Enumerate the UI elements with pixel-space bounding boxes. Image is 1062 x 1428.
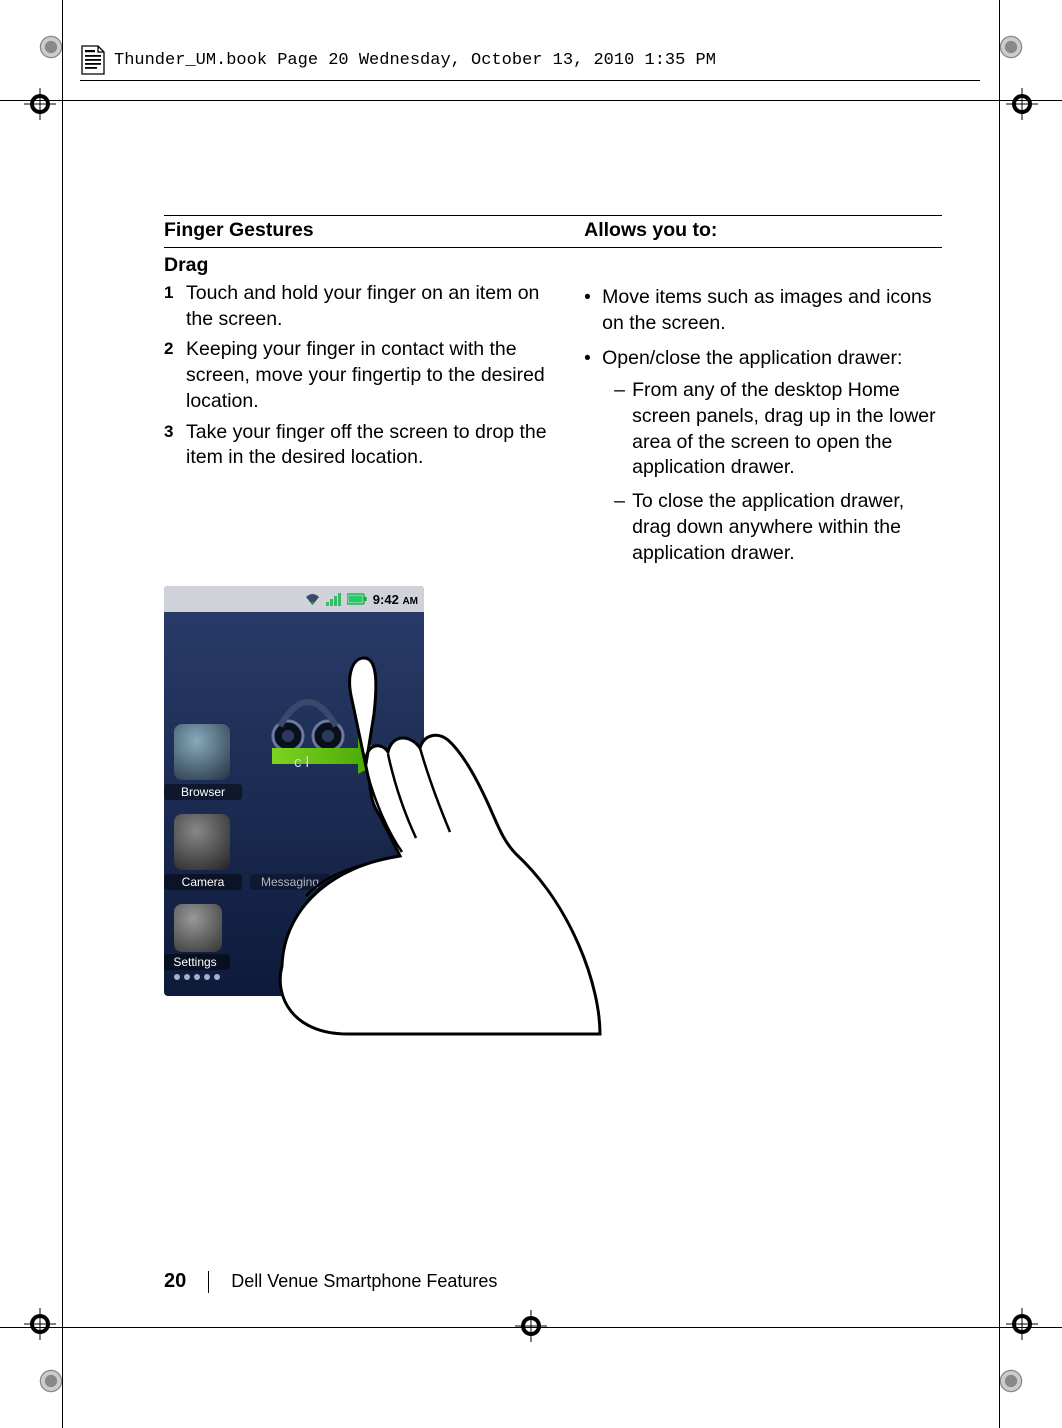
app-settings-icon: [174, 904, 222, 952]
gesture-name: Drag: [164, 248, 942, 279]
page-footer: 20 Dell Venue Smartphone Features: [164, 1270, 497, 1293]
app-camera-label: Camera: [164, 874, 242, 890]
crop-mark-tl: [24, 88, 56, 120]
app-messaging-label: Messaging: [250, 874, 330, 890]
app-camera-icon: [174, 814, 230, 870]
crop-mark-tr: [1006, 88, 1038, 120]
allow-open-close-drawer: Open/close the application drawer: From …: [584, 346, 942, 566]
drag-motion-arrow-icon: [272, 736, 392, 776]
page-number: 20: [164, 1270, 186, 1293]
framemaker-header-text: Thunder_UM.book Page 20 Wednesday, Octob…: [114, 51, 716, 70]
drag-gesture-illustration: 9:42 AM Browser Camera Settings Messagin…: [164, 586, 524, 1016]
clock-time: 9:42 AM: [373, 592, 418, 607]
allow-sub-close: To close the application drawer, drag do…: [614, 489, 942, 566]
drag-step-2: Keeping your finger in contact with the …: [164, 337, 564, 414]
crop-mark-br: [1006, 1308, 1038, 1340]
registration-dot-tr: [996, 32, 1026, 62]
framemaker-rule: [80, 80, 980, 81]
phone-mock: 9:42 AM Browser Camera Settings Messagin…: [164, 586, 424, 996]
crop-mark-bottom-center: [515, 1310, 547, 1342]
section-title: Dell Venue Smartphone Features: [231, 1271, 497, 1292]
app-browser-label: Browser: [164, 784, 242, 800]
wifi-icon: [305, 593, 320, 606]
header-finger-gestures: Finger Gestures: [164, 219, 584, 242]
crop-mark-bl: [24, 1308, 56, 1340]
registration-dot-br: [996, 1366, 1026, 1396]
book-icon: [80, 44, 106, 76]
registration-dot-bl: [36, 1366, 66, 1396]
allow-sub-open: From any of the desktop Home screen pane…: [614, 378, 942, 481]
status-bar: 9:42 AM: [164, 586, 424, 612]
signal-icon: [326, 593, 341, 606]
registration-dot-tl: [36, 32, 66, 62]
allows-list: Move items such as images and icons on t…: [584, 279, 942, 566]
table-header: Finger Gestures Allows you to:: [164, 215, 942, 248]
app-browser-icon: [174, 724, 230, 780]
header-allows-you-to: Allows you to:: [584, 219, 942, 242]
trash-icon: [282, 958, 308, 986]
battery-icon: [347, 592, 367, 606]
page-indicator: [174, 974, 220, 980]
allow-move-items: Move items such as images and icons on t…: [584, 285, 942, 336]
framemaker-header: Thunder_UM.book Page 20 Wednesday, Octob…: [80, 40, 980, 80]
allow-open-close-drawer-text: Open/close the application drawer:: [602, 347, 902, 369]
drag-step-1: Touch and hold your finger on an item on…: [164, 281, 564, 332]
obscured-label-text: c l: [294, 754, 309, 771]
drag-steps: Touch and hold your finger on an item on…: [164, 279, 584, 471]
footer-separator: [208, 1271, 209, 1293]
drag-step-3: Take your finger off the screen to drop …: [164, 420, 564, 471]
app-settings-label: Settings: [164, 954, 230, 970]
